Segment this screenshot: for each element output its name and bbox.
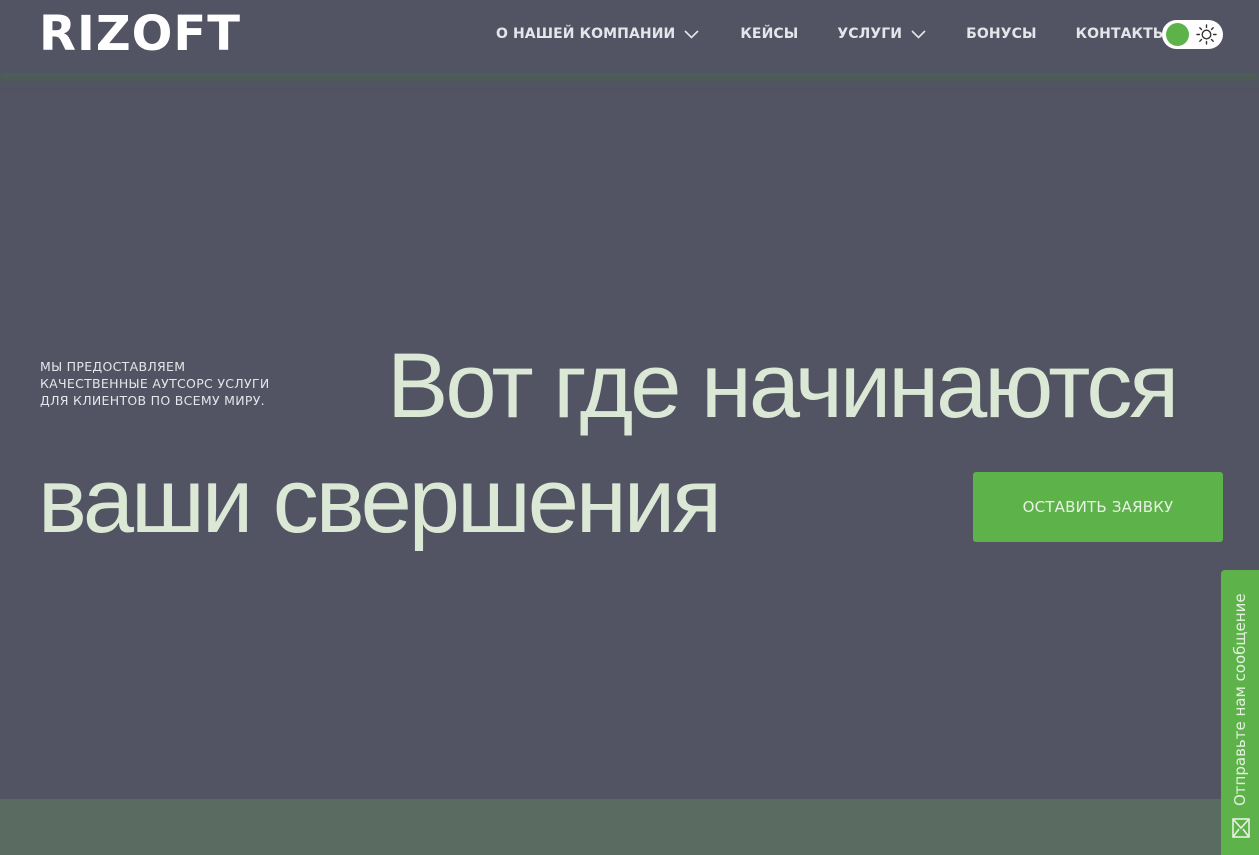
site-header: RIZOFT О НАШЕЙ КОМПАНИИ КЕЙСЫ УСЛУГИ БОН… xyxy=(0,0,1259,73)
mail-icon xyxy=(1232,818,1250,838)
nav-item-services[interactable]: УСЛУГИ xyxy=(837,26,926,42)
sun-icon xyxy=(1196,24,1217,45)
hero-headline-line1: Вот где начинаются xyxy=(387,335,1179,437)
toggle-knob xyxy=(1166,23,1189,46)
nav-item-label: КЕЙСЫ xyxy=(740,26,799,42)
leave-request-button[interactable]: ОСТАВИТЬ ЗАЯВКУ xyxy=(973,472,1223,542)
nav-item-about[interactable]: О НАШЕЙ КОМПАНИИ xyxy=(496,26,699,42)
send-message-label: Отправьте нам сообщение xyxy=(1231,593,1249,806)
next-section-band xyxy=(0,799,1259,855)
page: RIZOFT О НАШЕЙ КОМПАНИИ КЕЙСЫ УСЛУГИ БОН… xyxy=(0,0,1259,855)
nav-item-contacts[interactable]: КОНТАКТЫ xyxy=(1076,26,1168,42)
hero-intro: МЫ ПРЕДОСТАВЛЯЕМ КАЧЕСТВЕННЫЕ АУТСОРС УС… xyxy=(40,359,270,408)
hero-headline-line2: ваши свершения xyxy=(38,450,722,552)
chevron-down-icon xyxy=(684,29,699,39)
nav-item-cases[interactable]: КЕЙСЫ xyxy=(740,26,798,42)
nav-item-label: БОНУСЫ xyxy=(966,26,1037,42)
theme-toggle[interactable] xyxy=(1162,20,1223,49)
chevron-down-icon xyxy=(911,29,926,39)
nav-item-label: УСЛУГИ xyxy=(837,26,903,42)
nav-item-label: О НАШЕЙ КОМПАНИИ xyxy=(496,26,676,42)
main-nav: О НАШЕЙ КОМПАНИИ КЕЙСЫ УСЛУГИ БОНУСЫ КОН… xyxy=(496,24,1167,44)
send-message-tab[interactable]: Отправьте нам сообщение xyxy=(1221,570,1259,855)
nav-item-bonuses[interactable]: БОНУСЫ xyxy=(966,26,1036,42)
logo[interactable]: RIZOFT xyxy=(39,6,241,62)
nav-item-label: КОНТАКТЫ xyxy=(1075,26,1168,42)
